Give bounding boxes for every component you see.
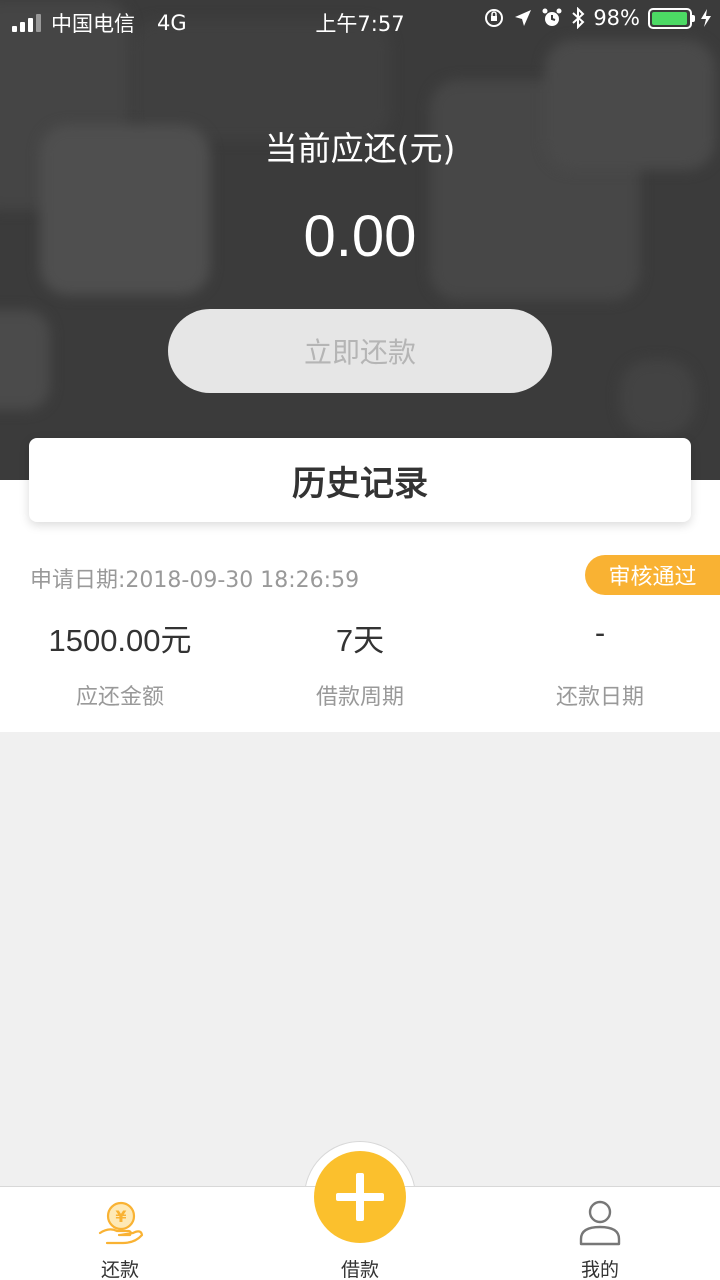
user-icon bbox=[579, 1200, 621, 1246]
loan-period-column: 7天 借款周期 bbox=[240, 615, 480, 711]
tab-mine[interactable]: 我的 bbox=[480, 1187, 720, 1280]
amount-due-label: 应还金额 bbox=[75, 685, 164, 710]
bluetooth-icon bbox=[572, 7, 585, 29]
tab-repay[interactable]: ¥ 还款 bbox=[0, 1187, 240, 1280]
amount-due: 1500.00元 bbox=[48, 623, 192, 658]
orientation-lock-icon bbox=[485, 9, 504, 27]
tab-mine-label: 我的 bbox=[580, 1259, 619, 1280]
borrow-plus-button[interactable] bbox=[314, 1151, 406, 1243]
battery-icon bbox=[648, 7, 695, 29]
alarm-icon bbox=[542, 8, 562, 26]
amount-due-title: 当前应还(元) bbox=[264, 129, 456, 168]
history-title-card: 历史记录 bbox=[29, 438, 691, 522]
repay-date-label: 还款日期 bbox=[555, 685, 644, 710]
repay-date: - bbox=[594, 615, 606, 650]
hand-yen-icon: ¥ bbox=[98, 1201, 144, 1245]
bg-decoration bbox=[0, 310, 50, 410]
location-icon bbox=[515, 10, 532, 26]
header-banner: 中国电信 4G 上午7:57 98% 当前应还(元) 0.00 立即还款 bbox=[0, 0, 720, 480]
loan-period: 7天 bbox=[335, 623, 385, 658]
status-bar: 中国电信 4G 上午7:57 98% bbox=[0, 0, 720, 40]
charging-icon bbox=[701, 9, 711, 27]
amount-due-value: 0.00 bbox=[303, 204, 417, 269]
repay-now-button[interactable]: 立即还款 bbox=[168, 309, 552, 393]
bg-decoration bbox=[620, 360, 695, 435]
tab-borrow-label: 借款 bbox=[340, 1259, 379, 1280]
status-badge: 审核通过 bbox=[585, 555, 720, 595]
loan-period-label: 借款周期 bbox=[315, 685, 404, 710]
tab-repay-label: 还款 bbox=[100, 1259, 139, 1280]
plus-icon bbox=[336, 1173, 384, 1221]
repay-date-column: - 还款日期 bbox=[480, 615, 720, 711]
apply-date: 申请日期:2018-09-30 18:26:59 bbox=[30, 568, 360, 593]
svg-text:¥: ¥ bbox=[115, 1207, 126, 1226]
record-details: 1500.00元 应还金额 7天 借款周期 - 还款日期 bbox=[0, 615, 720, 711]
amount-due-column: 1500.00元 应还金额 bbox=[0, 615, 240, 711]
battery-percent: 98% bbox=[593, 6, 640, 30]
